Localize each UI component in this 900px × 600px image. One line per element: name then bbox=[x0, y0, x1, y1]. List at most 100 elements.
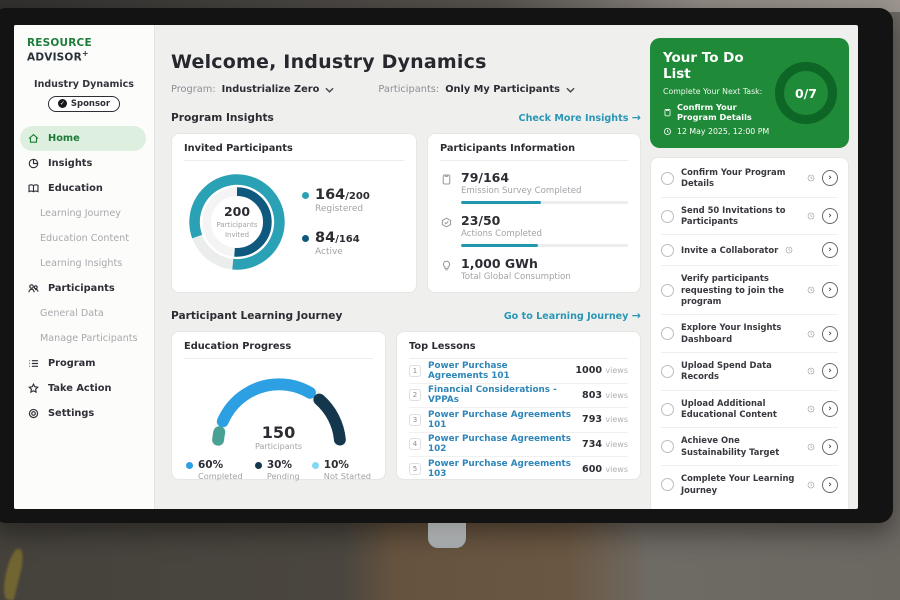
program-insights-heading: Program Insights bbox=[171, 112, 274, 124]
lesson-link[interactable]: Power Purchase Agreements 103 bbox=[428, 459, 575, 479]
organization-name: Industry Dynamics bbox=[14, 79, 154, 90]
task-open-button[interactable]: › bbox=[822, 363, 838, 379]
task-clock-icon bbox=[807, 286, 815, 294]
task-checkbox[interactable] bbox=[661, 440, 674, 453]
task-checkbox[interactable] bbox=[661, 244, 674, 257]
task-open-button[interactable]: › bbox=[822, 208, 838, 224]
task-checkbox[interactable] bbox=[661, 210, 674, 223]
participants-icon bbox=[27, 282, 40, 295]
lesson-row: 2 Financial Considerations - VPPAs 803 v… bbox=[409, 384, 628, 409]
chevron-down-icon bbox=[325, 87, 334, 93]
collapse-tasks-button[interactable]: Collapse Tasks bbox=[661, 503, 838, 509]
task-open-button[interactable]: › bbox=[822, 170, 838, 186]
sidebar-item-education[interactable]: Education bbox=[14, 176, 154, 201]
lesson-rank: 3 bbox=[409, 414, 421, 426]
lesson-rank: 4 bbox=[409, 438, 421, 450]
check-more-insights-link[interactable]: Check More Insights → bbox=[519, 111, 641, 124]
legend-item-registered: 164/200 Registered bbox=[302, 187, 370, 214]
logo-text-primary: RESOURCE bbox=[27, 37, 92, 49]
legend-item-active: 84/164 Active bbox=[302, 230, 370, 257]
task-clock-icon bbox=[807, 212, 815, 220]
logo-text-secondary: ADVISOR bbox=[27, 52, 82, 64]
legend-dot bbox=[302, 235, 309, 242]
lightbulb-icon bbox=[440, 259, 453, 272]
lesson-link[interactable]: Financial Considerations - VPPAs bbox=[428, 385, 575, 405]
card-title: Invited Participants bbox=[184, 143, 404, 161]
todo-task-list: Confirm Your Program Details › Send 50 I… bbox=[650, 157, 849, 509]
lesson-row: 4 Power Purchase Agreements 102 734 view… bbox=[409, 433, 628, 458]
donut-center-value: 200 bbox=[224, 204, 250, 219]
task-row[interactable]: Upload Additional Educational Content › bbox=[661, 391, 838, 429]
legend-item-not-started: 10%Not Started bbox=[312, 459, 371, 481]
card-title: Education Progress bbox=[184, 341, 373, 359]
task-open-button[interactable]: › bbox=[822, 242, 838, 258]
task-open-button[interactable]: › bbox=[822, 326, 838, 342]
sidebar-item-settings[interactable]: Settings bbox=[14, 401, 154, 426]
program-filter-dropdown[interactable]: Program: Industrialize Zero bbox=[171, 84, 334, 95]
info-row-actions: 23/50 Actions Completed bbox=[440, 213, 628, 247]
sidebar-item-home[interactable]: Home bbox=[20, 126, 146, 151]
sidebar-item-program[interactable]: Program bbox=[14, 351, 154, 376]
task-clock-icon bbox=[807, 330, 815, 338]
task-open-button[interactable]: › bbox=[822, 477, 838, 493]
info-row-consumption: 1,000 GWh Total Global Consumption bbox=[440, 256, 628, 282]
task-checkbox[interactable] bbox=[661, 172, 674, 185]
todo-progress-ring: 0/7 bbox=[775, 62, 837, 124]
lesson-link[interactable]: Power Purchase Agreements 101 bbox=[428, 361, 568, 381]
task-row[interactable]: Achieve One Sustainability Target › bbox=[661, 428, 838, 466]
task-row[interactable]: Send 50 Invitations to Participants › bbox=[661, 198, 838, 236]
go-to-learning-journey-link[interactable]: Go to Learning Journey → bbox=[504, 309, 641, 322]
sidebar-item-general-data[interactable]: General Data bbox=[14, 301, 154, 326]
task-row[interactable]: Upload Spend Data Records › bbox=[661, 353, 838, 391]
task-checkbox[interactable] bbox=[661, 327, 674, 340]
sidebar-item-learning-insights[interactable]: Learning Insights bbox=[14, 251, 154, 276]
legend-dot bbox=[186, 462, 193, 469]
sponsor-badge[interactable]: ✓ Sponsor bbox=[48, 96, 120, 112]
task-row[interactable]: Complete Your Learning Journey › bbox=[661, 466, 838, 503]
lesson-link[interactable]: Power Purchase Agreements 101 bbox=[428, 410, 575, 430]
donut-center-label: Participants Invited bbox=[209, 221, 265, 239]
take-action-icon bbox=[27, 382, 40, 395]
sidebar-item-take-action[interactable]: Take Action bbox=[14, 376, 154, 401]
lesson-rank: 1 bbox=[409, 365, 421, 377]
sidebar-item-learning-journey[interactable]: Learning Journey bbox=[14, 201, 154, 226]
task-open-button[interactable]: › bbox=[822, 282, 838, 298]
learning-journey-heading: Participant Learning Journey bbox=[171, 310, 342, 322]
sidebar-item-insights[interactable]: Insights bbox=[14, 151, 154, 176]
task-row[interactable]: Confirm Your Program Details › bbox=[661, 160, 838, 198]
legend-dot bbox=[255, 462, 262, 469]
card-title: Top Lessons bbox=[409, 341, 628, 359]
page-title: Welcome, Industry Dynamics bbox=[171, 51, 641, 73]
lesson-link[interactable]: Power Purchase Agreements 102 bbox=[428, 434, 575, 454]
chevron-down-icon bbox=[566, 87, 575, 93]
task-checkbox[interactable] bbox=[661, 478, 674, 491]
sidebar-item-participants[interactable]: Participants bbox=[14, 276, 154, 301]
task-clock-icon bbox=[807, 443, 815, 451]
legend-item-pending: 30%Pending bbox=[255, 459, 300, 481]
task-checkbox[interactable] bbox=[661, 403, 674, 416]
task-row[interactable]: Explore Your Insights Dashboard › bbox=[661, 315, 838, 353]
todo-summary-card: Your To Do List Complete Your Next Task:… bbox=[650, 38, 849, 148]
sidebar-item-education-content[interactable]: Education Content bbox=[14, 226, 154, 251]
info-row-survey: 79/164 Emission Survey Completed bbox=[440, 170, 628, 204]
survey-clipboard-icon bbox=[440, 173, 453, 186]
sidebar-item-manage-participants[interactable]: Manage Participants bbox=[14, 326, 154, 351]
todo-subtitle: Complete Your Next Task: bbox=[663, 87, 775, 96]
task-clock-icon bbox=[807, 174, 815, 182]
actions-icon bbox=[440, 216, 453, 229]
task-checkbox[interactable] bbox=[661, 284, 674, 297]
lesson-rank: 2 bbox=[409, 389, 421, 401]
home-icon bbox=[27, 132, 40, 145]
task-open-button[interactable]: › bbox=[822, 401, 838, 417]
task-clock-icon bbox=[785, 246, 793, 254]
sponsor-badge-icon: ✓ bbox=[58, 99, 67, 108]
task-open-button[interactable]: › bbox=[822, 439, 838, 455]
actions-progress-bar bbox=[461, 244, 538, 247]
task-checkbox[interactable] bbox=[661, 365, 674, 378]
task-row[interactable]: Invite a Collaborator › bbox=[661, 235, 838, 266]
clipboard-icon bbox=[663, 108, 672, 117]
education-icon bbox=[27, 182, 40, 195]
participants-filter-dropdown[interactable]: Participants: Only My Participants bbox=[378, 84, 575, 95]
education-progress-card: Education Progress 150 Participants bbox=[171, 331, 386, 480]
task-row[interactable]: Verify participants requesting to join t… bbox=[661, 266, 838, 315]
